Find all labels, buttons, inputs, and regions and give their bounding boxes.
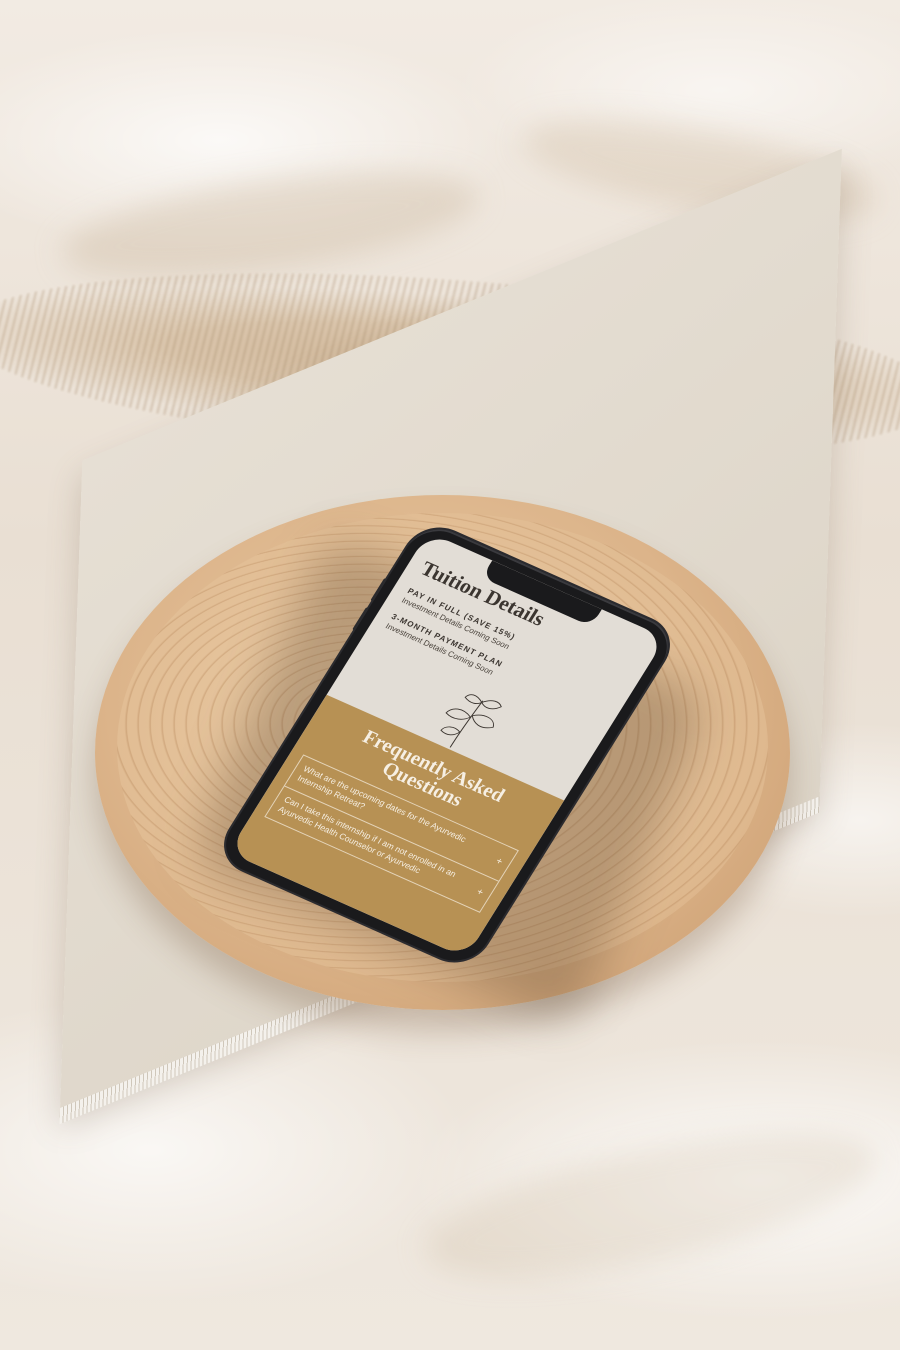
plus-icon[interactable]: + xyxy=(492,855,505,869)
plus-icon[interactable]: + xyxy=(473,886,486,900)
product-photo-scene: Tuition Details PAY IN FULL (SAVE 15%) I… xyxy=(0,0,900,1350)
